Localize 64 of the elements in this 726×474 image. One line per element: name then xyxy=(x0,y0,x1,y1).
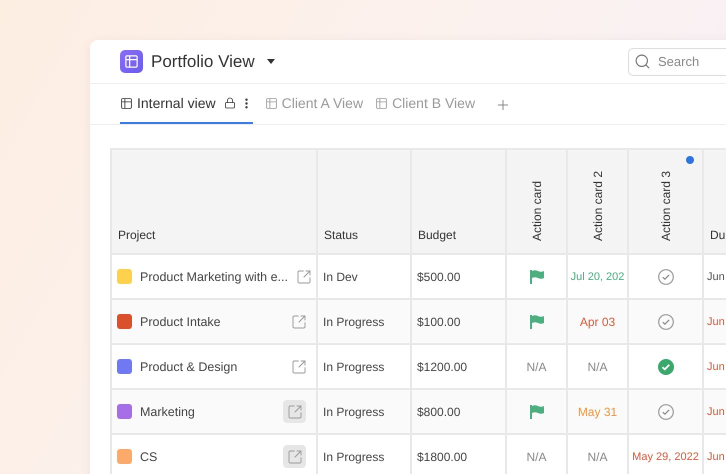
project-name: Product Intake xyxy=(140,314,222,328)
date-text: Jun xyxy=(707,270,725,282)
flag-icon xyxy=(528,404,544,418)
cell-text: In Dev xyxy=(323,270,358,284)
check-circle-icon[interactable] xyxy=(658,404,674,420)
page-title: Portfolio View xyxy=(151,52,255,72)
date-text: Jun xyxy=(707,316,725,328)
external-link-icon xyxy=(286,448,302,464)
na-text: N/A xyxy=(587,450,608,464)
flag-icon xyxy=(528,314,544,328)
check-circle-icon[interactable] xyxy=(658,268,674,284)
open-link-button[interactable] xyxy=(283,445,306,468)
table-icon xyxy=(120,50,143,73)
view-tab[interactable]: Internal view xyxy=(120,84,253,124)
date-text: Jul 20, 202 xyxy=(570,270,624,282)
lock-icon xyxy=(224,97,236,109)
column-header: Project xyxy=(112,150,316,253)
project-cell[interactable]: Product & Design xyxy=(112,345,316,388)
external-link-icon xyxy=(290,358,306,374)
cell-text: $1800.00 xyxy=(417,450,468,464)
open-link-button[interactable] xyxy=(283,400,306,423)
table-icon xyxy=(264,96,278,110)
project-name: CS xyxy=(140,450,158,464)
table-icon xyxy=(375,96,388,110)
column-header: Du xyxy=(704,150,726,253)
date-text: Jun xyxy=(707,450,725,462)
project-cell[interactable]: Marketing xyxy=(112,390,316,433)
caret-icon[interactable] xyxy=(266,59,275,64)
column-title: Action card xyxy=(530,180,544,241)
date-text: Apr 03 xyxy=(580,314,616,328)
cell-text: $1200.00 xyxy=(417,360,468,374)
na-text: N/A xyxy=(587,360,608,374)
date-text: Jun xyxy=(707,406,725,418)
cell-text: $800.00 xyxy=(417,404,460,418)
column-title: Action card 2 xyxy=(590,170,604,241)
date-text: May 31 xyxy=(578,404,618,418)
cell-text: $500.00 xyxy=(417,270,460,284)
project-name: Product & Design xyxy=(140,360,238,374)
project-cell[interactable]: Product Intake xyxy=(112,300,316,343)
cell-text: In Progress xyxy=(323,314,384,328)
flag-icon xyxy=(528,270,544,284)
completed-check-icon[interactable] xyxy=(658,358,674,374)
column-title: Action card 3 xyxy=(658,170,672,241)
cell-text: In Progress xyxy=(323,404,384,418)
cell-text: In Progress xyxy=(323,450,384,464)
search-icon xyxy=(634,52,651,70)
external-link-icon xyxy=(296,268,312,284)
project-cell[interactable]: CS xyxy=(112,435,316,474)
table-icon xyxy=(120,96,133,110)
column-header: Status xyxy=(318,150,410,253)
project-cell[interactable]: Product Marketing with e... xyxy=(112,255,316,298)
na-text: N/A xyxy=(526,450,546,464)
project-name: Product Marketing with e... xyxy=(140,270,288,284)
cell-text: In Progress xyxy=(323,360,384,374)
cell-text: $100.00 xyxy=(417,314,460,328)
search-field[interactable]: Search xyxy=(628,48,726,76)
date-text: May 29, 2022 xyxy=(632,450,699,462)
na-text: N/A xyxy=(526,360,546,374)
external-link-icon xyxy=(290,314,306,330)
check-circle-icon[interactable] xyxy=(658,314,674,330)
external-link-icon xyxy=(286,404,302,420)
project-name: Marketing xyxy=(140,404,196,418)
column-header: Budget xyxy=(412,150,505,253)
date-text: Jun xyxy=(707,360,725,372)
